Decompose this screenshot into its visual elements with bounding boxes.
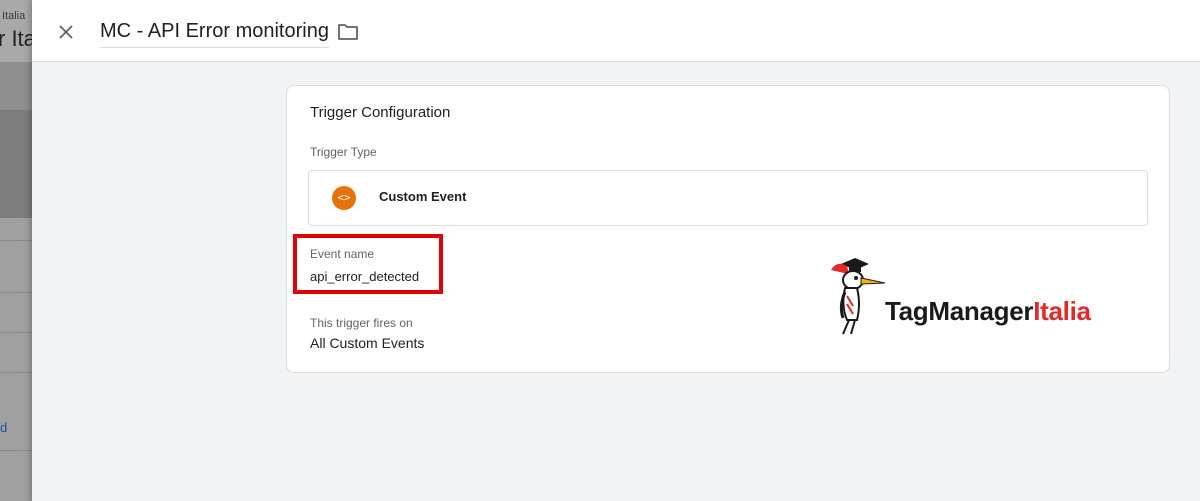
trigger-type-selector[interactable]: <> Custom Event xyxy=(308,170,1148,226)
event-name-field: Event name api_error_detected xyxy=(310,247,419,284)
woodpecker-mascot-icon xyxy=(831,258,886,335)
logo-text-italia: Italia xyxy=(1033,296,1091,326)
background-page: Italia r Ita d xyxy=(0,0,32,501)
background-divider xyxy=(0,292,32,293)
close-icon xyxy=(59,25,73,39)
event-name-label: Event name xyxy=(310,247,375,261)
fires-on-field: This trigger fires on All Custom Events xyxy=(310,316,424,351)
background-brand-small: Italia xyxy=(2,10,26,22)
background-divider xyxy=(0,372,32,373)
fires-on-label: This trigger fires on xyxy=(310,316,413,330)
folder-button[interactable] xyxy=(336,21,360,43)
background-panel xyxy=(0,110,32,218)
fires-on-value: All Custom Events xyxy=(310,335,425,351)
trigger-name-input[interactable]: MC - API Error monitoring xyxy=(100,20,329,48)
background-divider xyxy=(0,240,32,241)
tagmanageritalia-logo: TagManagerItalia xyxy=(827,256,1127,336)
logo-text-tagmanager: TagManager xyxy=(885,296,1034,326)
background-link[interactable]: d xyxy=(0,420,7,435)
background-brand-big: r Ita xyxy=(0,26,32,51)
background-divider xyxy=(0,450,32,451)
custom-event-icon: <> xyxy=(332,186,356,210)
trigger-type-label: Trigger Type xyxy=(310,145,377,159)
close-button[interactable] xyxy=(54,20,78,44)
trigger-editor-sheet: MC - API Error monitoring Trigger Config… xyxy=(32,0,1200,501)
folder-icon xyxy=(338,24,358,40)
trigger-type-name: Custom Event xyxy=(379,189,467,204)
card-title: Trigger Configuration xyxy=(310,104,451,121)
event-name-value: api_error_detected xyxy=(310,269,420,284)
trigger-configuration-card[interactable]: Trigger Configuration Trigger Type <> Cu… xyxy=(286,85,1170,373)
background-divider xyxy=(0,332,32,333)
logo-wordmark: TagManagerItalia xyxy=(885,296,1091,327)
background-band xyxy=(0,62,32,110)
background-list xyxy=(0,218,32,501)
sheet-header: MC - API Error monitoring xyxy=(32,0,1200,62)
